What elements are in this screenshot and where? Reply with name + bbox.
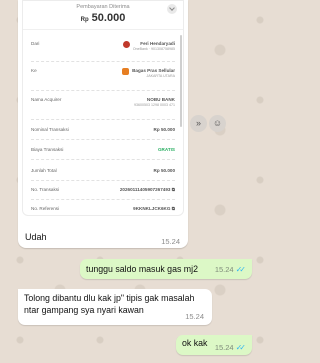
receipt-divider — [31, 180, 175, 181]
incoming-message[interactable]: Tolong dibantu dlu kak jp" tipis gak mas… — [18, 289, 212, 325]
receipt-divider — [31, 159, 175, 160]
message-time: 15.24 — [161, 237, 180, 246]
receipt-divider — [31, 119, 175, 120]
to-name: Bagas Pras Sellular — [132, 68, 175, 73]
receipt-row-fee: Biaya Transaksi GRATIS — [31, 147, 175, 152]
copy-icon: ⧉ — [171, 206, 175, 211]
emoji-icon[interactable]: ☺ — [209, 115, 226, 132]
from-name: Feri Hendaryadi — [140, 41, 175, 46]
receipt-row-reference: No. Referensi 9KKNKLJCK6KG ⧉ — [31, 206, 175, 211]
to-label: Ke — [31, 68, 37, 73]
copy-icon: ⧉ — [171, 187, 175, 192]
message-meta: 15.24 ✓✓ — [215, 265, 246, 274]
acquirer-label: Nama Acquirer — [31, 97, 62, 102]
message-text: Udah — [25, 232, 47, 242]
ref-value: 9KKNKLJCK6KG — [133, 206, 171, 211]
receipt-divider — [31, 139, 175, 140]
acquirer-value: NOBU BANK — [146, 97, 175, 102]
receipt-scrollbar — [180, 35, 182, 127]
chevron-down-icon — [167, 4, 177, 14]
message-time: 15.24 — [185, 312, 204, 321]
to-sub: JAKARTA UTARA — [146, 74, 175, 78]
receipt-row-to: Ke Bagas Pras Sellular JAKARTA UTARA — [31, 68, 175, 78]
payment-receipt-image[interactable]: Pembayaran Diterima Rp 50.000 Dari Feri H… — [22, 0, 184, 216]
message-text-line-1: Tolong dibantu dlu kak jp" tipis gak mas… — [24, 293, 195, 303]
receipt-currency: Rp — [80, 17, 89, 23]
receipt-header: Pembayaran Diterima Rp 50.000 — [23, 1, 183, 30]
message-meta: 15.24 ✓✓ — [215, 343, 246, 352]
total-value: Rp 50.000 — [153, 168, 175, 173]
receipt-divider — [31, 90, 175, 91]
total-label: Jumlah Total — [31, 168, 57, 173]
trx-value: 20260111405907267493 — [119, 187, 171, 192]
receipt-row-total: Jumlah Total Rp 50.000 — [31, 168, 175, 173]
double-check-icon: ✓✓ — [235, 265, 247, 274]
receipt-divider — [31, 61, 175, 62]
receipt-divider — [31, 199, 175, 200]
receipt-row-nominal: Nominal Transaksi Rp 50.000 — [31, 127, 175, 132]
double-check-icon: ✓✓ — [235, 343, 247, 352]
incoming-image-message[interactable]: Pembayaran Diterima Rp 50.000 Dari Feri H… — [18, 0, 188, 248]
receipt-row-transaction: No. Transaksi 20260111405907267493 ⧉ — [31, 187, 175, 192]
outgoing-message[interactable]: ok kak 15.24 ✓✓ — [176, 335, 252, 355]
fee-label: Biaya Transaksi — [31, 147, 64, 152]
message-text: ok kak — [182, 338, 208, 348]
acquirer-sub: 93600503 1298 0003 471 — [134, 103, 175, 107]
nominal-label: Nominal Transaksi — [31, 127, 69, 132]
trx-value-wrap: 20260111405907267493 ⧉ — [120, 187, 175, 192]
trx-label: No. Transaksi — [31, 187, 60, 192]
from-sub: OneBank · 901308758985 — [132, 47, 175, 51]
message-time: 15.24 — [214, 265, 234, 274]
message-text: tunggu saldo masuk gas mj2 — [86, 264, 198, 274]
forward-icon[interactable]: » — [190, 115, 207, 132]
ref-value-wrap: 9KKNKLJCK6KG ⧉ — [133, 206, 175, 211]
receipt-amount-value: 50.000 — [91, 12, 126, 24]
receipt-title: Pembayaran Diterima — [76, 4, 130, 10]
fee-value: GRATIS — [157, 147, 175, 152]
message-time: 15.24 — [214, 343, 234, 352]
receipt-row-acquirer: Nama Acquirer NOBU BANK 93600503 1298 000… — [31, 97, 175, 107]
from-label: Dari — [31, 41, 40, 46]
receipt-row-from: Dari Feri Hendaryadi OneBank · 9013087589… — [31, 41, 175, 51]
ref-label: No. Referensi — [31, 206, 60, 211]
nominal-value: Rp 50.000 — [153, 127, 175, 132]
to-party: Bagas Pras Sellular JAKARTA UTARA — [122, 68, 175, 78]
from-party: Feri Hendaryadi OneBank · 901308758985 — [122, 41, 175, 51]
merchant-logo-icon — [122, 68, 130, 75]
sender-avatar-icon — [122, 41, 130, 48]
receipt-amount: Rp 50.000 — [23, 12, 183, 24]
outgoing-message[interactable]: tunggu saldo masuk gas mj2 15.24 ✓✓ — [80, 259, 252, 279]
message-text-line-2: ntar gampang sya nyari kawan — [24, 305, 144, 315]
